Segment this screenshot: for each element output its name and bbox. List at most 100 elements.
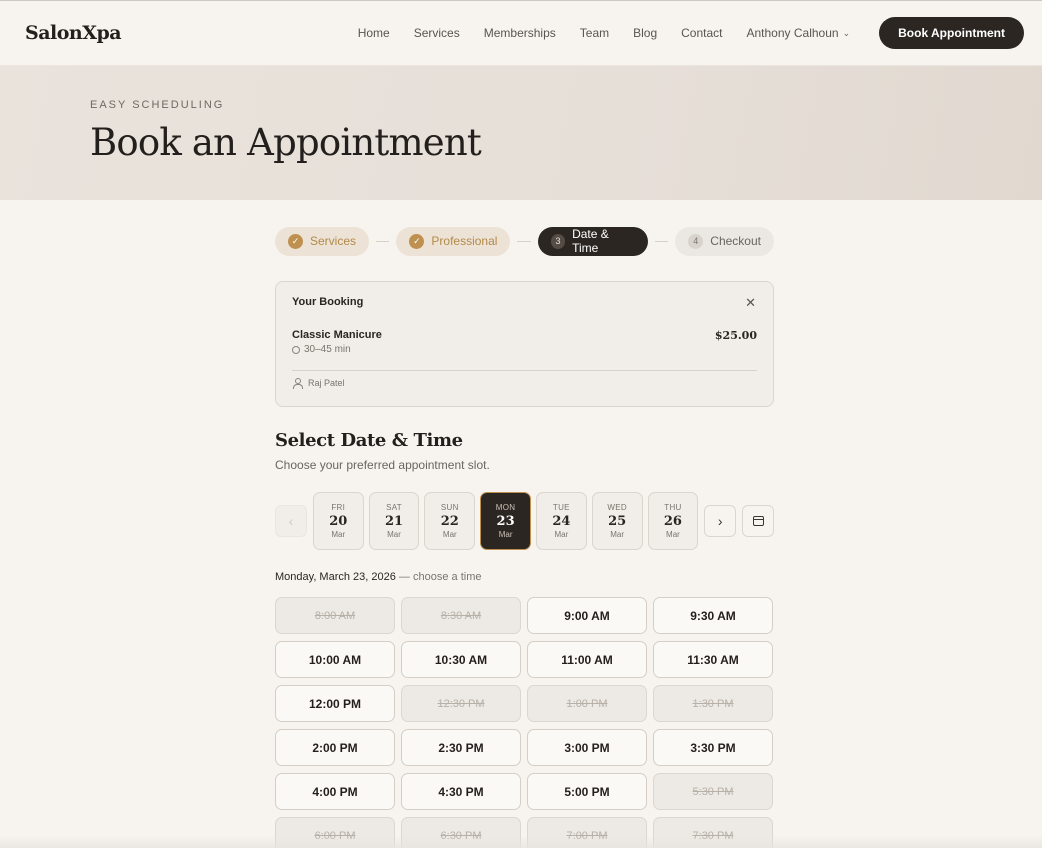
service-name: Classic Manicure: [292, 329, 382, 341]
nav-link-contact[interactable]: Contact: [681, 26, 722, 40]
time-slot-unavailable: 8:00 AM: [275, 597, 395, 634]
close-icon[interactable]: ✕: [745, 295, 756, 311]
date-card[interactable]: TUE 24 Mar: [535, 492, 587, 550]
progress-steps: ✓ Services ✓ Professional 3 Date & Time 4 Check…: [275, 226, 774, 256]
step-number: 3: [550, 233, 566, 249]
professional-row: Raj Patel: [292, 378, 757, 389]
service-duration: 30–45 min: [292, 344, 382, 355]
chevron-left-icon: ‹: [288, 513, 294, 529]
time-slot[interactable]: 5:00 PM: [527, 773, 647, 810]
time-slot-unavailable: 1:00 PM: [527, 685, 647, 722]
booking-summary-card: Your Booking ✕ Classic Manicure 30–45 mi…: [275, 281, 774, 407]
date-card[interactable]: WED 25 Mar: [591, 492, 643, 550]
date-card-num: 21: [384, 514, 404, 529]
time-slot-unavailable: 6:00 PM: [275, 817, 395, 848]
hero-banner: EASY SCHEDULING Book an Appointment: [0, 66, 1042, 200]
step-services[interactable]: ✓ Services: [275, 226, 370, 256]
date-card-dow: WED: [607, 503, 627, 512]
time-slot[interactable]: 3:30 PM: [653, 729, 773, 766]
step-date-time[interactable]: 3 Date & Time: [537, 226, 648, 256]
step-checkout[interactable]: 4 Checkout: [675, 226, 774, 256]
check-icon: ✓: [409, 233, 425, 249]
service-row: Classic Manicure 30–45 min $25.00: [292, 329, 757, 355]
date-card-mon: Mar: [442, 530, 457, 539]
date-card-num: 22: [440, 514, 459, 529]
step-connector: [654, 240, 669, 242]
clock-icon: [292, 345, 300, 354]
time-slot-grid: 8:00 AM 8:30 AM 9:00 AM 9:30 AM 10:00 AM 10:3…: [275, 597, 774, 848]
date-card-num: 20: [329, 514, 348, 529]
time-slot[interactable]: 9:30 AM: [653, 597, 773, 634]
nav-link-memberships[interactable]: Memberships: [484, 26, 556, 40]
nav-link-services[interactable]: Services: [414, 26, 460, 40]
time-slot[interactable]: 2:00 PM: [275, 729, 395, 766]
nav-link-team[interactable]: Team: [580, 26, 609, 40]
selected-date-heading: Monday, March 23, 2026 — choose a time: [275, 571, 774, 583]
date-card-dow: FRI: [331, 503, 346, 512]
time-slot-unavailable: 1:30 PM: [653, 685, 773, 722]
date-card[interactable]: SUN 22 Mar: [424, 492, 476, 550]
time-slot-unavailable: 7:00 PM: [527, 817, 647, 848]
duration-text: 30–45 min: [304, 344, 351, 355]
date-card-mon: Mar: [554, 530, 569, 539]
open-calendar-button[interactable]: [742, 505, 775, 537]
date-picker-strip: ‹ FRI 20 Mar SAT 21 Mar SUN 22 Mar MON 23 Mar TUE 24 M…: [275, 492, 775, 550]
date-card[interactable]: FRI 20 Mar: [312, 492, 364, 550]
time-slot[interactable]: 2:30 PM: [401, 729, 521, 766]
time-slot[interactable]: 3:00 PM: [527, 729, 647, 766]
nav-link-home[interactable]: Home: [358, 26, 390, 40]
date-card[interactable]: THU 26 Mar: [647, 492, 699, 550]
professional-name: Raj Patel: [308, 378, 345, 388]
time-slot-unavailable: 8:30 AM: [401, 597, 521, 634]
time-slot[interactable]: 10:00 AM: [275, 641, 395, 678]
step-connector: [376, 240, 390, 242]
brand-logo[interactable]: SalonXpa: [25, 22, 122, 44]
step-label: Services: [310, 234, 357, 248]
booking-content: ✓ Services ✓ Professional 3 Date & Time 4 Check…: [275, 226, 775, 848]
user-name: Anthony Calhoun: [746, 26, 839, 40]
divider: [292, 370, 757, 371]
time-slot-unavailable: 6:30 PM: [401, 817, 521, 848]
date-card[interactable]: SAT 21 Mar: [368, 492, 420, 550]
time-slot-unavailable: 12:30 PM: [401, 685, 521, 722]
section-subheading: Choose your preferred appointment slot.: [275, 458, 490, 472]
step-connector: [517, 240, 531, 242]
chevron-right-icon: ›: [717, 513, 723, 529]
date-card-dow: SUN: [440, 503, 459, 512]
time-slot[interactable]: 12:00 PM: [275, 685, 395, 722]
time-slot-unavailable: 5:30 PM: [653, 773, 773, 810]
hero-eyebrow: EASY SCHEDULING: [90, 99, 225, 111]
date-card-num: 24: [552, 514, 571, 529]
next-week-button[interactable]: ›: [704, 505, 737, 537]
time-slot[interactable]: 10:30 AM: [401, 641, 521, 678]
book-appointment-button[interactable]: Book Appointment: [879, 17, 1024, 49]
date-card-mon: Mar: [666, 530, 680, 539]
date-card-num: 23: [496, 514, 515, 529]
calendar-icon: [752, 516, 764, 526]
person-icon: [292, 378, 303, 389]
section-heading: Select Date & Time: [275, 430, 463, 451]
date-card-mon: Mar: [387, 530, 401, 539]
prev-week-button[interactable]: ‹: [275, 505, 307, 537]
date-card-num: 26: [663, 514, 682, 529]
date-card-mon: Mar: [610, 530, 625, 539]
service-price: $25.00: [714, 329, 757, 342]
date-card-dow: MON: [495, 503, 516, 512]
time-slot[interactable]: 11:30 AM: [653, 641, 773, 678]
time-slot[interactable]: 11:00 AM: [527, 641, 647, 678]
time-slot[interactable]: 9:00 AM: [527, 597, 647, 634]
step-label: Date & Time: [572, 227, 609, 255]
nav-link-blog[interactable]: Blog: [633, 26, 657, 40]
step-professional[interactable]: ✓ Professional: [396, 226, 511, 256]
time-slot[interactable]: 4:30 PM: [401, 773, 521, 810]
time-slot-unavailable: 7:30 PM: [653, 817, 773, 848]
page-title: Book an Appointment: [90, 121, 482, 164]
user-menu[interactable]: Anthony Calhoun ⌄: [747, 26, 851, 40]
chevron-down-icon: ⌄: [842, 27, 851, 38]
date-card-num: 25: [608, 514, 627, 529]
step-label: Professional: [431, 234, 498, 248]
date-card[interactable]: MON 23 Mar: [480, 492, 531, 550]
top-navbar: SalonXpa Home Services Memberships Team …: [0, 0, 1042, 66]
time-slot[interactable]: 4:00 PM: [275, 773, 395, 810]
date-card-dow: TUE: [552, 503, 570, 512]
